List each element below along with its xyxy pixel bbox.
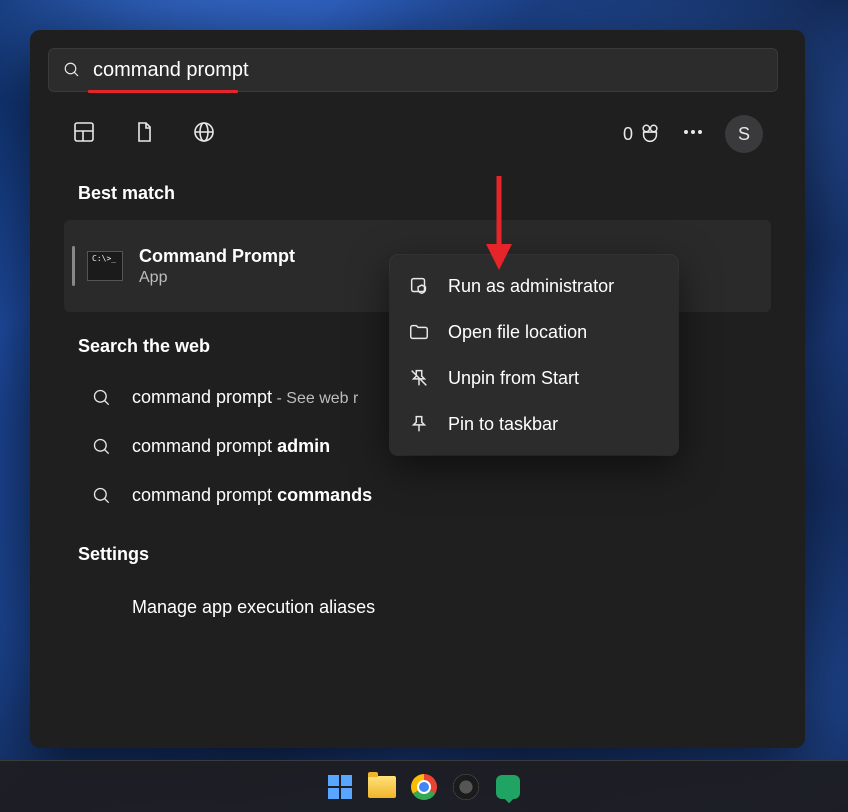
avatar[interactable]: S: [725, 115, 763, 153]
search-icon: [92, 486, 112, 506]
search-icon: [92, 388, 112, 408]
cmd-app-icon: [87, 251, 123, 281]
filter-bar: 0 S: [48, 93, 787, 159]
folder-icon: [408, 321, 430, 343]
taskbar-file-explorer[interactable]: [368, 773, 396, 801]
rewards-count[interactable]: 0: [623, 123, 661, 145]
unpin-icon: [408, 367, 430, 389]
web-result-text: command prompt: [132, 436, 277, 456]
best-match-heading: Best match: [48, 159, 787, 220]
settings-heading: Settings: [48, 520, 787, 581]
rewards-icon: [639, 123, 661, 145]
web-result-suffix: - See web r: [272, 390, 358, 407]
search-input[interactable]: [93, 59, 763, 82]
taskbar-obs[interactable]: [452, 773, 480, 801]
rewards-count-value: 0: [623, 124, 633, 145]
ctx-pin-to-taskbar[interactable]: Pin to taskbar: [390, 401, 678, 447]
web-result-text: command prompt: [132, 485, 277, 505]
web-result-text: command prompt: [132, 387, 272, 407]
settings-result-0[interactable]: Manage app execution aliases: [48, 581, 787, 634]
taskbar: [0, 760, 848, 812]
taskbar-chrome[interactable]: [410, 773, 438, 801]
pin-icon: [408, 413, 430, 435]
best-match-type: App: [139, 269, 295, 287]
shield-admin-icon: [408, 275, 430, 297]
web-result-bold: admin: [277, 436, 330, 456]
ctx-item-label: Open file location: [448, 322, 587, 343]
filter-web-icon[interactable]: [192, 120, 216, 149]
ctx-item-label: Pin to taskbar: [448, 414, 558, 435]
ctx-item-label: Run as administrator: [448, 276, 614, 297]
ctx-run-as-admin[interactable]: Run as administrator: [390, 263, 678, 309]
annotation-arrow: [479, 172, 519, 272]
filter-apps-icon[interactable]: [72, 120, 96, 149]
filter-documents-icon[interactable]: [132, 120, 156, 149]
search-icon: [63, 61, 81, 79]
more-icon[interactable]: [681, 120, 705, 149]
web-result-bold: commands: [277, 485, 372, 505]
context-menu: Run as administrator Open file location …: [390, 255, 678, 455]
avatar-initial: S: [738, 124, 750, 145]
taskbar-chat-app[interactable]: [494, 773, 522, 801]
ctx-open-file-location[interactable]: Open file location: [390, 309, 678, 355]
best-match-name: Command Prompt: [139, 246, 295, 267]
start-button[interactable]: [326, 773, 354, 801]
search-box[interactable]: [48, 48, 778, 92]
selection-indicator: [72, 246, 75, 286]
search-icon: [92, 437, 112, 457]
ctx-unpin-from-start[interactable]: Unpin from Start: [390, 355, 678, 401]
ctx-item-label: Unpin from Start: [448, 368, 579, 389]
web-result-2[interactable]: command prompt commands: [48, 471, 787, 520]
